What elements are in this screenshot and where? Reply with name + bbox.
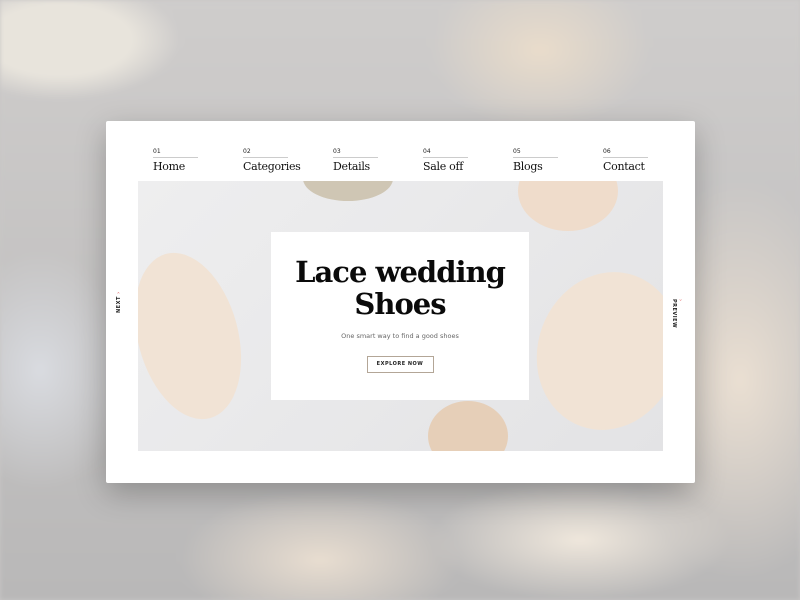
hero-subtitle: One smart way to find a good shoes [341, 332, 459, 340]
hero-image: Lace wedding Shoes One smart way to find … [138, 181, 663, 451]
arrow-icon: › [116, 291, 122, 294]
nav-label: Categories [243, 160, 301, 173]
title-line-1: Lace wedding [295, 255, 506, 289]
nav-number: 02 [243, 148, 288, 158]
preview-label: PREVIEW [671, 299, 677, 329]
title-line-2: Shoes [354, 287, 446, 321]
explore-now-button[interactable]: EXPLORE NOW [366, 356, 434, 373]
arrow-icon: › [677, 299, 683, 302]
nav-item-categories[interactable]: 02 Categories [243, 148, 333, 173]
hero-title: Lace wedding Shoes [271, 256, 529, 320]
nav-item-contact[interactable]: 06 Contact [603, 148, 693, 173]
preview-button[interactable]: › PREVIEW [671, 299, 683, 328]
shoe-image [303, 181, 393, 201]
nav-label: Home [153, 160, 185, 173]
shoe-image [514, 251, 663, 451]
nav-number: 01 [153, 148, 198, 158]
nav-number: 03 [333, 148, 378, 158]
nav-number: 05 [513, 148, 558, 158]
main-nav: 01 Home 02 Categories 03 Details 04 Sale off… [153, 148, 693, 173]
next-button[interactable]: NEXT › [116, 291, 122, 313]
nav-label: Contact [603, 160, 645, 173]
showcase-card: 01 Home 02 Categories 03 Details 04 Sale off… [106, 121, 695, 483]
nav-number: 06 [603, 148, 648, 158]
nav-label: Details [333, 160, 370, 173]
nav-label: Blogs [513, 160, 543, 173]
nav-item-sale-off[interactable]: 04 Sale off [423, 148, 513, 173]
nav-number: 04 [423, 148, 468, 158]
nav-item-home[interactable]: 01 Home [153, 148, 243, 173]
hero-content: Lace wedding Shoes One smart way to find … [271, 232, 529, 400]
shoe-image [518, 181, 618, 231]
next-label: NEXT [116, 296, 122, 313]
nav-item-details[interactable]: 03 Details [333, 148, 423, 173]
shoe-image [428, 401, 508, 451]
shoe-image [138, 240, 259, 432]
nav-item-blogs[interactable]: 05 Blogs [513, 148, 603, 173]
nav-label: Sale off [423, 160, 463, 173]
